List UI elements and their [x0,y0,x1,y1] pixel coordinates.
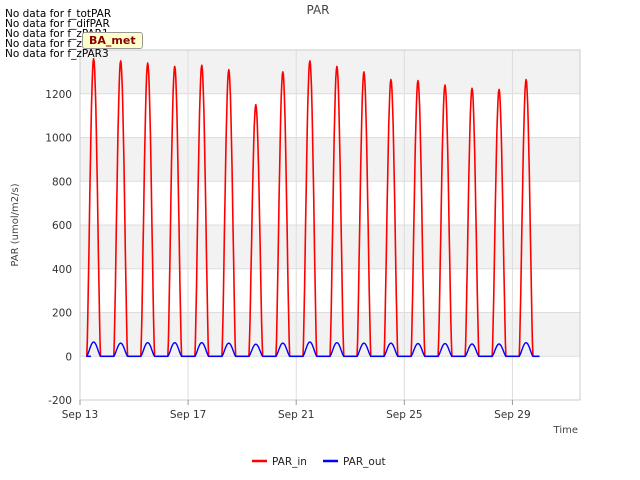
y-tick-label: 1000 [45,133,72,145]
x-axis-ticks: Sep 13 Sep 17 Sep 21 Sep 25 Sep 29 [62,400,531,421]
site-badge: BA_met [82,32,143,49]
y-tick-label: 600 [52,220,72,232]
no-data-message-5: No data for f_zPAR3 [5,48,109,60]
plot-band [80,50,580,94]
x-tick-label: Sep 17 [170,409,207,421]
y-tick-label: 800 [52,176,72,188]
x-tick-label: Sep 21 [278,409,315,421]
legend-label-par-out: PAR_out [343,456,386,468]
series-line-par-in [86,58,540,358]
plot-band [80,137,580,182]
par-chart: -200020040060080010001200 Sep 13 Sep 17 Se… [10,3,581,468]
x-tick-label: Sep 29 [494,409,531,421]
y-tick-label: 200 [52,308,72,320]
y-tick-label: 400 [52,264,72,276]
x-tick-label: Sep 13 [62,409,99,421]
legend: PAR_in PAR_out [252,456,386,468]
legend-label-par-in: PAR_in [272,456,307,468]
y-tick-label: 1200 [45,89,72,101]
plot-band [80,225,580,269]
series-lines [86,58,540,358]
y-tick-label: -200 [48,395,72,407]
y-tick-label: 0 [65,351,72,363]
y-axis-ticks: -200 0 200 400 600 800 1000 1200 [45,89,72,407]
x-tick-label: Sep 25 [386,409,423,421]
y-axis-label: PAR (umol/m2/s) [10,183,21,266]
x-axis-label: Time [553,425,578,436]
chart-title: PAR [306,3,329,17]
